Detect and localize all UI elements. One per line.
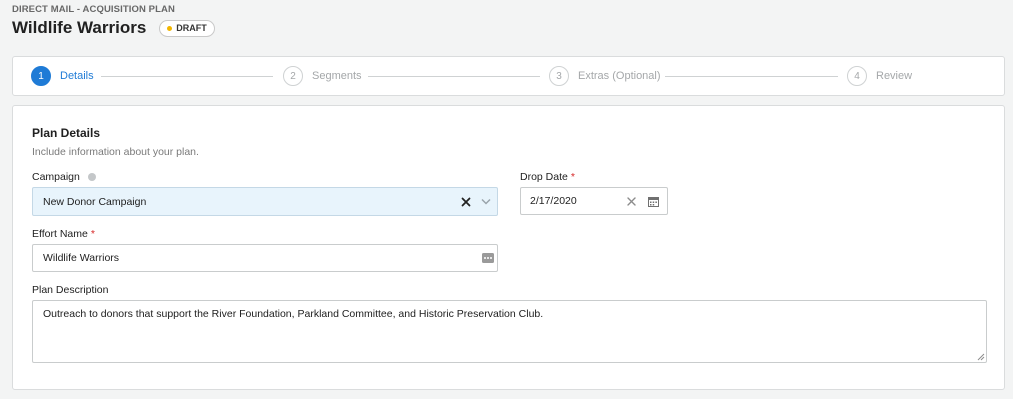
plan-description-textarea[interactable]: Outreach to donors that support the Rive… xyxy=(32,300,987,363)
status-badge-label: DRAFT xyxy=(176,23,207,33)
step-connector xyxy=(368,76,540,77)
calendar-icon[interactable] xyxy=(648,196,659,207)
step-number: 3 xyxy=(549,66,569,86)
step-number: 2 xyxy=(283,66,303,86)
campaign-label-text: Campaign xyxy=(32,171,80,183)
step-connector xyxy=(665,76,838,77)
plan-details-card: Plan Details Include information about y… xyxy=(12,105,1005,390)
step-label: Review xyxy=(876,70,913,82)
effort-name-label-text: Effort Name xyxy=(32,228,88,240)
drop-date-label-text: Drop Date xyxy=(520,171,568,183)
step-connector xyxy=(101,76,273,77)
step-label: Details xyxy=(60,70,94,82)
plan-description-label-text: Plan Description xyxy=(32,284,109,296)
campaign-combobox[interactable]: New Donor Campaign xyxy=(32,187,498,216)
required-marker: * xyxy=(570,171,575,183)
step-number: 1 xyxy=(31,66,51,86)
plan-description-value: Outreach to donors that support the Rive… xyxy=(43,308,544,320)
effort-name-value: Wildlife Warriors xyxy=(43,252,120,264)
section-subtitle: Include information about your plan. xyxy=(32,146,199,158)
title-row: Wildlife Warriors DRAFT xyxy=(12,16,215,40)
resize-grip-icon[interactable] xyxy=(976,352,985,361)
wizard-stepper: 1 Details 2 Segments 3 Extras (Optional)… xyxy=(12,56,1005,96)
step-segments[interactable]: 2 Segments xyxy=(283,66,362,86)
required-marker: * xyxy=(90,228,95,240)
drop-date-value: 2/17/2020 xyxy=(530,195,577,207)
effort-name-label: Effort Name * xyxy=(32,228,95,240)
step-label: Segments xyxy=(312,70,362,82)
step-label: Extras (Optional) xyxy=(578,70,661,82)
eyebrow-label: DIRECT MAIL - ACQUISITION PLAN xyxy=(12,4,175,15)
help-icon[interactable] xyxy=(87,173,96,181)
step-number: 4 xyxy=(847,66,867,86)
clear-icon[interactable] xyxy=(627,196,636,206)
drop-date-input[interactable]: 2/17/2020 xyxy=(520,187,668,215)
step-review[interactable]: 4 Review xyxy=(847,66,912,86)
effort-name-input[interactable]: Wildlife Warriors xyxy=(32,244,498,272)
chevron-down-icon[interactable] xyxy=(481,198,491,205)
page-title: Wildlife Warriors xyxy=(12,18,147,37)
campaign-value: New Donor Campaign xyxy=(43,195,147,208)
step-details[interactable]: 1 Details xyxy=(31,66,94,86)
drop-date-label: Drop Date * xyxy=(520,171,575,183)
status-badge: DRAFT xyxy=(159,19,215,37)
status-dot-icon xyxy=(167,25,173,31)
more-options-icon[interactable] xyxy=(482,253,494,263)
plan-description-label: Plan Description xyxy=(32,284,108,296)
step-extras[interactable]: 3 Extras (Optional) xyxy=(549,66,661,86)
section-title: Plan Details xyxy=(32,126,101,140)
clear-icon[interactable] xyxy=(461,197,471,207)
campaign-label: Campaign xyxy=(32,171,96,183)
